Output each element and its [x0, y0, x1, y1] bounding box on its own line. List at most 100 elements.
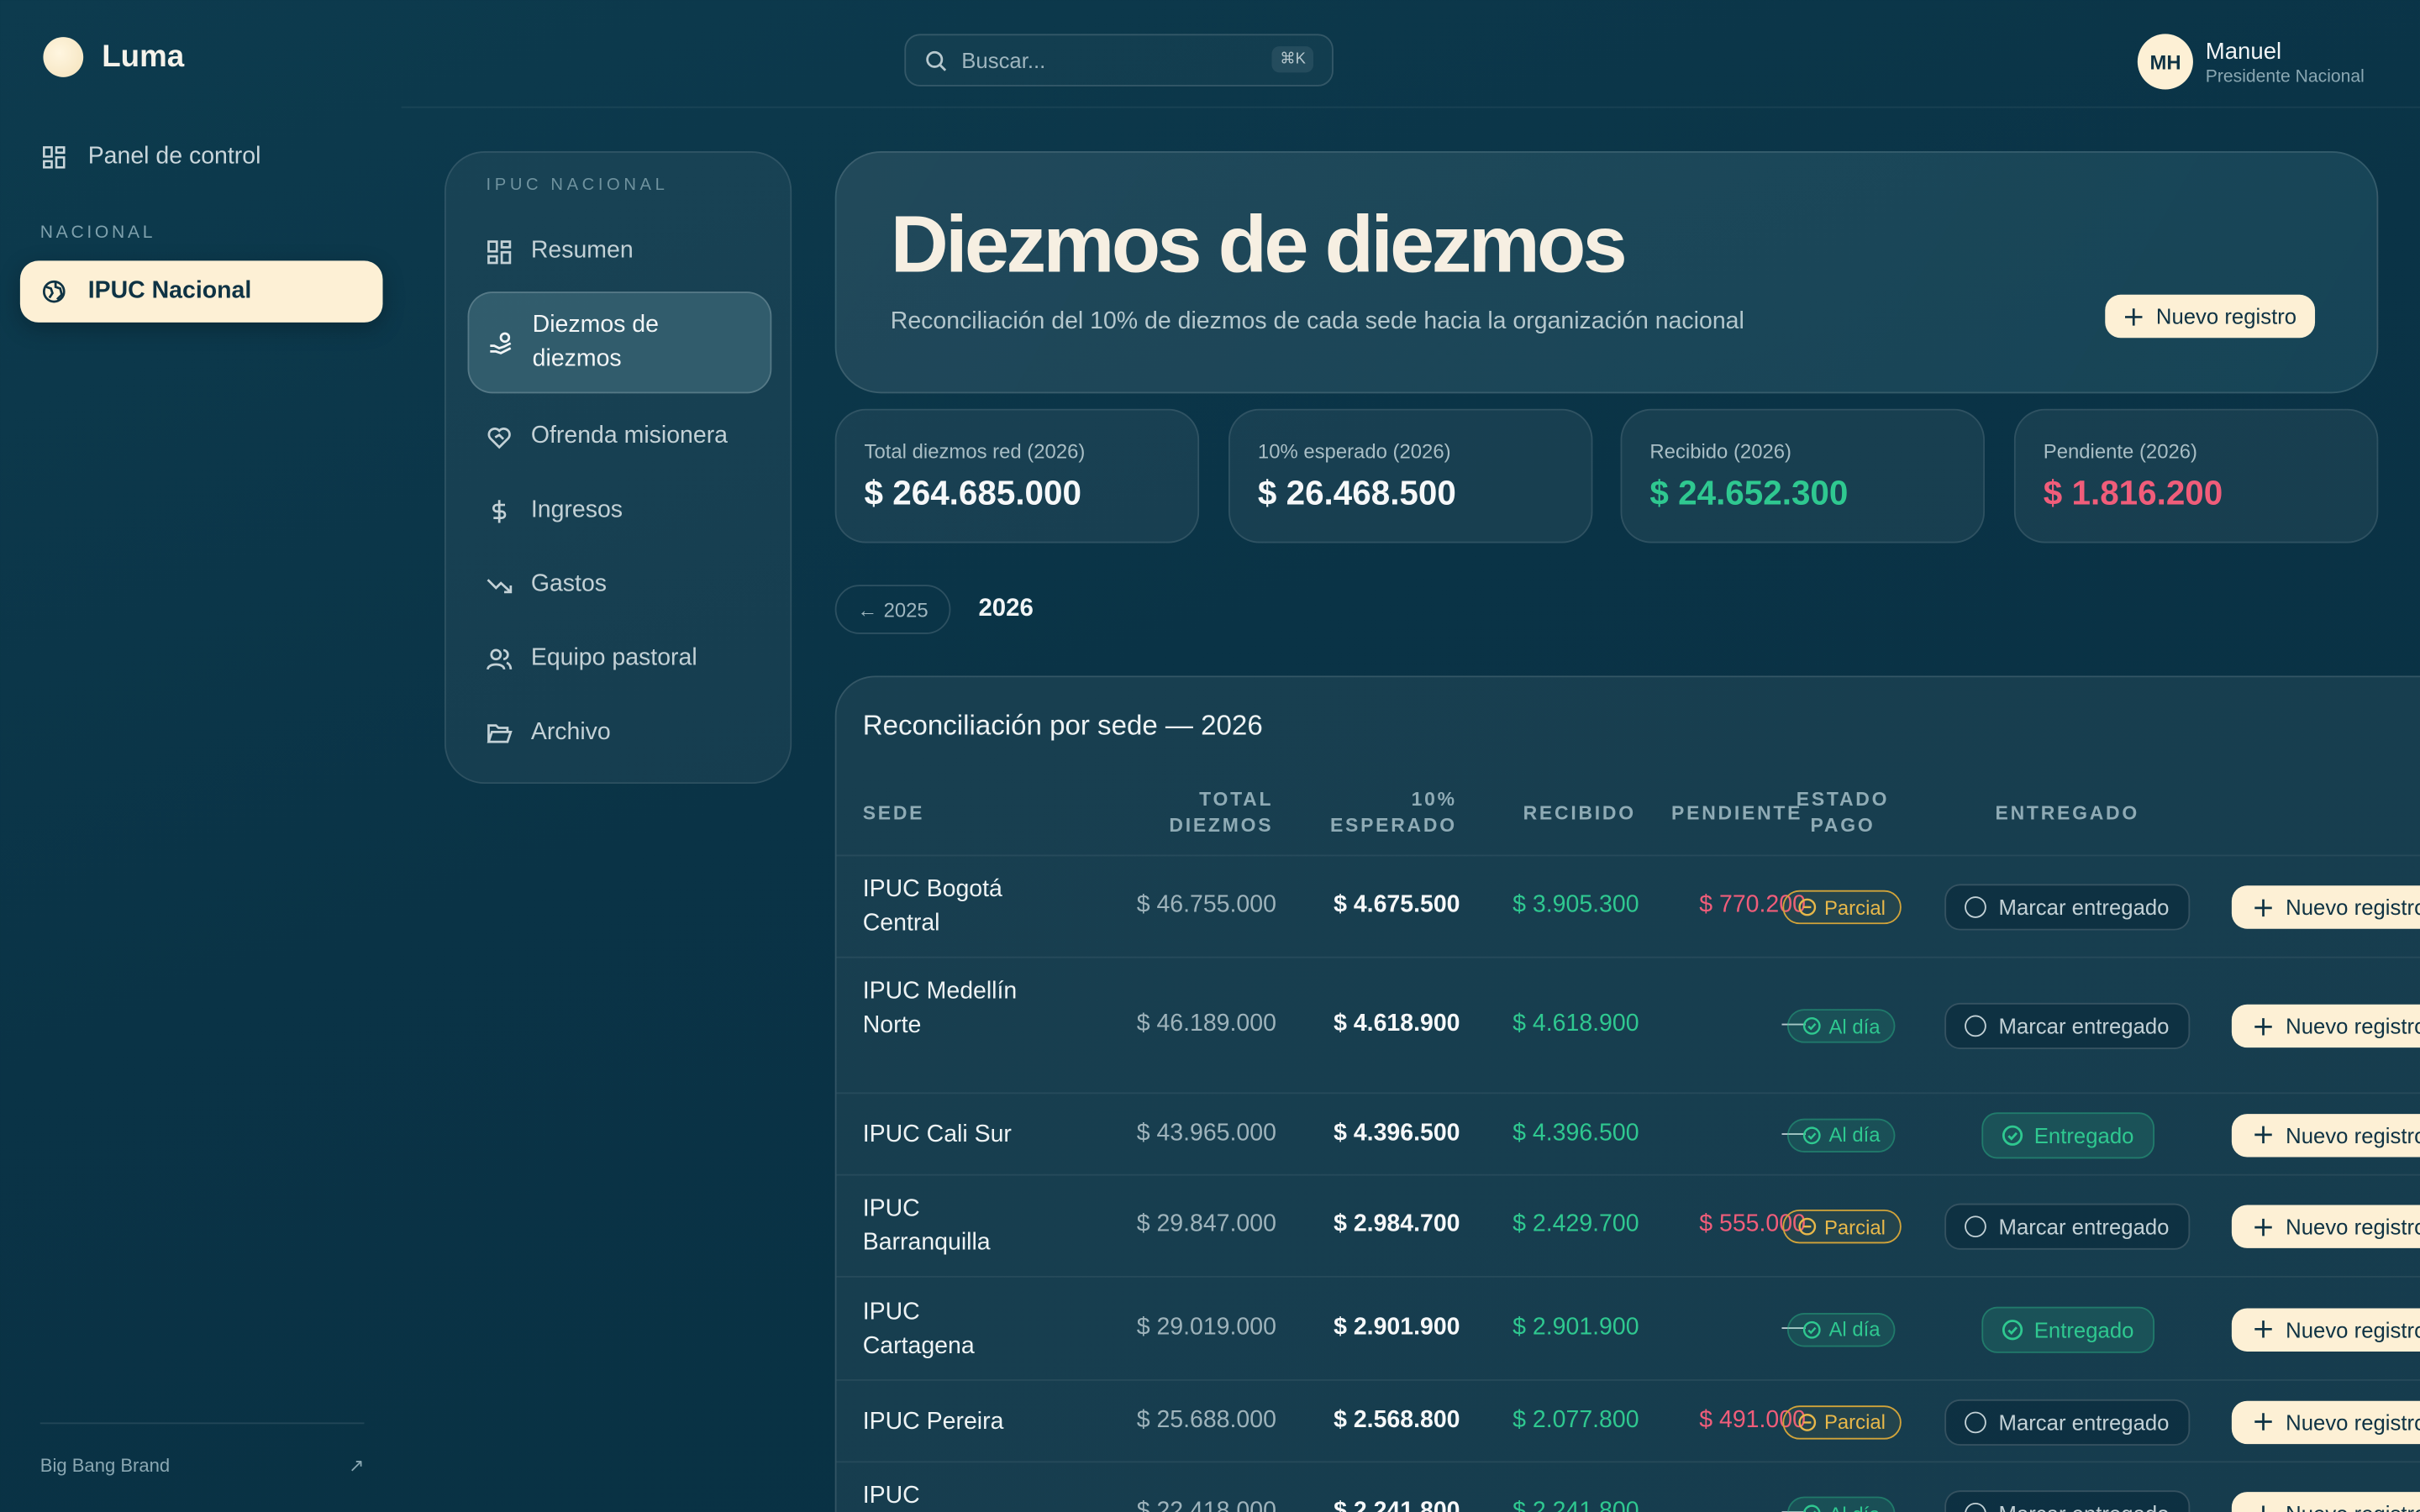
subnav-item-archivo[interactable]: Archivo [468, 714, 772, 751]
subnav-item-ingresos[interactable]: Ingresos [468, 492, 772, 529]
row-new-record-label: Nuevo registro [2286, 1501, 2420, 1512]
row-new-record-label: Nuevo registro [2286, 1122, 2420, 1147]
stat-value: $ 264.685.000 [864, 473, 1081, 512]
row-new-record-button[interactable]: Nuevo registro [2231, 1004, 2420, 1048]
status-badge: Parcial [1782, 1404, 1902, 1439]
plus-icon [2262, 1504, 2265, 1512]
cell-total: $ 43.965.000 [1136, 1119, 1276, 1146]
row-new-record-label: Nuevo registro [2286, 1409, 2420, 1435]
cell-total: $ 46.755.000 [1136, 891, 1276, 918]
avatar: MH [2137, 34, 2194, 90]
circle-icon [1965, 896, 1986, 918]
mark-delivered-label: Marcar entregado [1998, 1013, 2170, 1039]
sidebar: Luma Panel de control NACIONAL IPUC Naci… [0, 0, 402, 1512]
page-header: Diezmos de diezmos Reconciliación del 10… [834, 150, 2379, 394]
cell-recibido: $ 4.618.900 [1512, 1011, 1639, 1037]
minus-circle-icon [1798, 898, 1817, 916]
stat-card-received: Recibido (2026) $ 24.652.300 [1620, 408, 1985, 543]
subnav-item-ofrenda[interactable]: Ofrenda misionera [468, 418, 772, 455]
section-nav: IPUC NACIONAL Resumen Diezmos de diezmos… [444, 150, 792, 785]
cell-esperado: $ 4.396.500 [1334, 1119, 1460, 1146]
sidebar-item-label: IPUC Nacional [87, 277, 252, 304]
status-label: Parcial [1823, 1410, 1886, 1434]
row-new-record-button[interactable]: Nuevo registro [2231, 885, 2420, 929]
delivered-status: Entregado [1981, 1111, 2154, 1158]
row-new-record-button[interactable]: Nuevo registro [2231, 1205, 2420, 1248]
footer-brand: Big Bang Brand [39, 1455, 171, 1477]
mark-delivered-button[interactable]: Marcar entregado [1944, 884, 2190, 931]
cell-total: $ 29.019.000 [1136, 1313, 1276, 1341]
cell-sede: IPUC Medellín Norte [862, 978, 1018, 1039]
stat-card-expected: 10% esperado (2026) $ 26.468.500 [1228, 408, 1593, 543]
row-new-record-button[interactable]: Nuevo registro [2231, 1113, 2420, 1157]
column-header-esperado: 10% ESPERADO [1329, 788, 1457, 837]
hand-coins-icon [490, 331, 512, 354]
row-new-record-button[interactable]: Nuevo registro [2231, 1399, 2420, 1444]
mark-delivered-button[interactable]: Marcar entregado [1944, 1398, 2190, 1446]
status-label: Al día [1828, 1123, 1881, 1147]
column-header-entregado: ENTREGADO [1995, 802, 2140, 824]
mark-delivered-button[interactable]: Marcar entregado [1944, 1002, 2190, 1049]
globe-icon [42, 280, 66, 303]
app-logo[interactable]: Luma [43, 37, 184, 77]
user-role: Presidente Nacional [2205, 66, 2365, 86]
column-header-recibido: RECIBIDO [1523, 802, 1636, 824]
mark-delivered-button[interactable]: Marcar entregado [1944, 1203, 2190, 1250]
arrow-left-icon: ← [857, 597, 878, 622]
row-new-record-button[interactable]: Nuevo registro [2231, 1307, 2420, 1352]
column-header-estado: ESTADO PAGO [1796, 788, 1890, 837]
subnav-item-resumen[interactable]: Resumen [468, 233, 772, 270]
cell-esperado: $ 4.618.900 [1334, 1011, 1460, 1037]
sidebar-item-ipuc-nacional[interactable]: IPUC Nacional [19, 260, 383, 323]
cell-sede: IPUC [862, 1483, 920, 1509]
minus-circle-icon [1798, 1217, 1817, 1236]
table-row: IPUC Barranquilla $ 29.847.000 $ 2.984.700… [836, 1173, 2420, 1276]
section-nav-label: IPUC NACIONAL [486, 176, 669, 195]
new-record-button[interactable]: Nuevo registro [2105, 294, 2316, 339]
plus-icon [2254, 1320, 2272, 1338]
app-name: Luma [102, 39, 185, 74]
mark-delivered-button[interactable]: Marcar entregado [1944, 1490, 2190, 1512]
page-title: Diezmos de diezmos [890, 200, 1628, 291]
stat-card-total: Total diezmos red (2026) $ 264.685.000 [834, 408, 1200, 543]
cell-esperado: $ 2.568.800 [1334, 1406, 1460, 1433]
cell-sede: IPUC Cali Sur [862, 1121, 1012, 1147]
cell-total: $ 25.688.000 [1136, 1406, 1276, 1433]
delivered-label: Entregado [2033, 1316, 2134, 1342]
search-input[interactable]: Buscar... ⌘K [904, 34, 1334, 87]
cell-esperado: $ 2.241.800 [1334, 1498, 1460, 1512]
plus-icon [2254, 1017, 2272, 1035]
subnav-item-equipo[interactable]: Equipo pastoral [468, 640, 772, 677]
reconciliation-table: Reconciliación por sede — 2026 SEDE TOTA… [834, 675, 2420, 1512]
cell-esperado: $ 4.675.500 [1334, 891, 1460, 918]
circle-icon [1965, 1215, 1986, 1238]
status-badge: Al día [1786, 1117, 1896, 1152]
sidebar-item-panel[interactable]: Panel de control [20, 127, 383, 188]
column-header-sede: SEDE [862, 802, 925, 824]
subnav-item-label: Resumen [530, 237, 634, 265]
status-badge: Al día [1786, 1312, 1896, 1347]
sidebar-footer[interactable]: Big Bang Brand ↗ [39, 1422, 364, 1477]
check-circle-icon [2002, 1124, 2023, 1145]
subnav-item-label: Gastos [530, 570, 608, 597]
subnav-item-label: Ofrenda misionera [530, 423, 729, 449]
status-badge: Parcial [1782, 890, 1902, 925]
check-circle-icon [1803, 1504, 1821, 1512]
row-new-record-button[interactable]: Nuevo registro [2231, 1492, 2420, 1512]
user-menu[interactable]: MH Manuel Presidente Nacional [2137, 34, 2365, 90]
folder-open-icon [487, 723, 513, 743]
subnav-item-label: Archivo [530, 718, 611, 746]
minus-circle-icon [1798, 1413, 1817, 1431]
heart-handshake-icon [487, 427, 511, 449]
cell-esperado: $ 2.901.900 [1334, 1313, 1460, 1341]
check-circle-icon [1802, 1320, 1821, 1338]
cell-sede: IPUC Bogotá Central [862, 876, 1002, 937]
previous-year-label: 2025 [883, 597, 929, 622]
stat-label: 10% esperado (2026) [1257, 439, 1451, 464]
subnav-item-gastos[interactable]: Gastos [468, 566, 772, 603]
subnav-item-diezmos[interactable]: Diezmos de diezmos [467, 291, 772, 394]
cell-sede: IPUC Cartagena [862, 1298, 975, 1359]
search-placeholder: Buscar... [961, 47, 1046, 73]
status-label: Al día [1828, 1317, 1881, 1341]
previous-year-button[interactable]: ← 2025 [834, 585, 951, 634]
